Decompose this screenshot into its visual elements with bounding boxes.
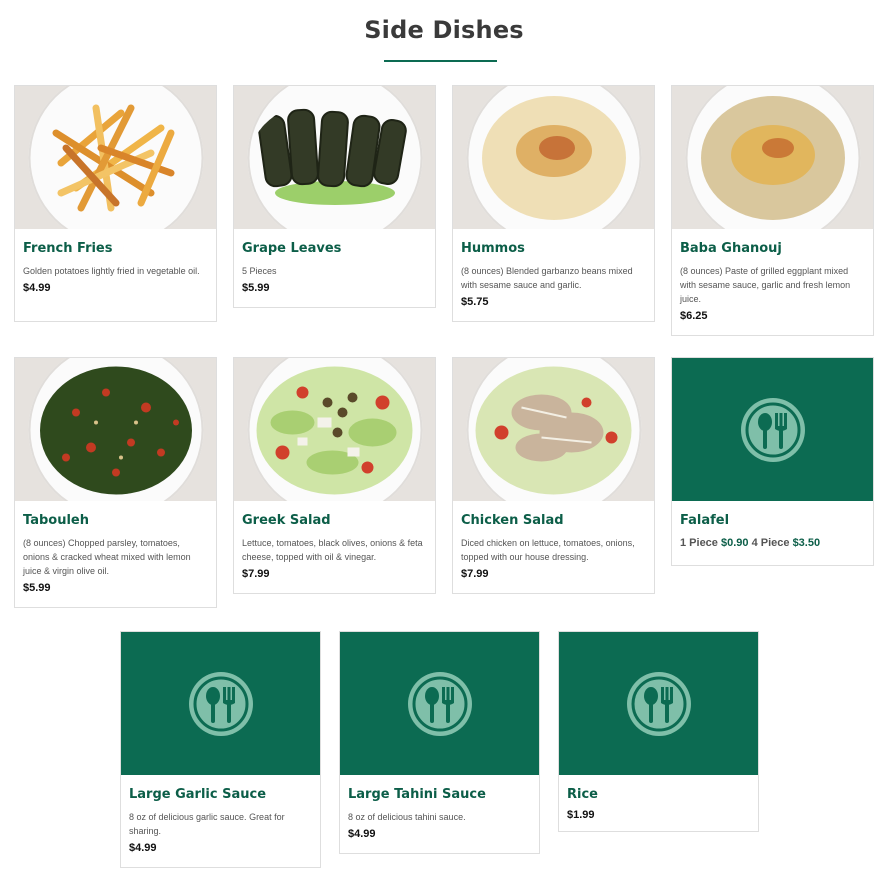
item-name: Falafel	[680, 513, 730, 528]
item-description: 8 oz of delicious garlic sauce. Great fo…	[129, 812, 285, 836]
item-description: 5 Pieces	[242, 266, 277, 276]
chicken-salad-photo	[453, 358, 654, 501]
item-price: $7.99	[242, 568, 270, 580]
item-name: Baba Ghanouj	[680, 241, 782, 256]
utensils-placeholder-icon	[740, 397, 805, 462]
item-price-options: 1 Piece $0.90 4 Piece $3.50	[680, 537, 863, 549]
menu-item-large-tahini-sauce[interactable]: Large Tahini Sauce 8 oz of delicious tah…	[339, 631, 540, 854]
item-name: Grape Leaves	[242, 241, 342, 256]
menu-item-rice[interactable]: Rice $1.99	[558, 631, 759, 832]
item-price: $4.99	[23, 282, 51, 294]
item-description: Lettuce, tomatoes, black olives, onions …	[242, 538, 423, 562]
menu-item-grape-leaves[interactable]: Grape Leaves 5 Pieces $5.99	[233, 85, 436, 308]
item-name: Greek Salad	[242, 513, 331, 528]
utensils-placeholder	[672, 358, 873, 501]
item-price: $4.99	[348, 828, 376, 840]
item-description: Diced chicken on lettuce, tomatoes, onio…	[461, 538, 635, 562]
item-price: $7.99	[461, 568, 489, 580]
price-option-label: 1 Piece	[680, 537, 718, 549]
item-name: Large Tahini Sauce	[348, 787, 486, 802]
price-option-label: 4 Piece	[751, 537, 790, 549]
price-option-value: $0.90	[720, 537, 749, 549]
item-name: Tabouleh	[23, 513, 89, 528]
item-price: $5.75	[461, 296, 489, 308]
title-underline	[384, 60, 497, 62]
baba-ghanouj-photo	[672, 86, 873, 229]
tabouleh-photo	[15, 358, 216, 501]
menu-item-baba-ghanouj[interactable]: Baba Ghanouj (8 ounces) Paste of grilled…	[671, 85, 874, 336]
utensils-placeholder	[340, 632, 539, 775]
item-name: Chicken Salad	[461, 513, 564, 528]
item-description: (8 ounces) Paste of grilled eggplant mix…	[680, 266, 851, 304]
item-price: $6.25	[680, 310, 708, 322]
menu-item-large-garlic-sauce[interactable]: Large Garlic Sauce 8 oz of delicious gar…	[120, 631, 321, 868]
item-name: Hummos	[461, 241, 525, 256]
item-name: Rice	[567, 787, 598, 802]
utensils-placeholder	[121, 632, 320, 775]
menu-item-tabouleh[interactable]: Tabouleh (8 ounces) Chopped parsley, tom…	[14, 357, 217, 608]
item-description: 8 oz of delicious tahini sauce.	[348, 812, 466, 822]
item-description: (8 ounces) Blended garbanzo beans mixed …	[461, 266, 633, 290]
item-description: Golden potatoes lightly fried in vegetab…	[23, 266, 200, 276]
greek-salad-photo	[234, 358, 435, 501]
utensils-placeholder-icon	[626, 671, 691, 736]
item-price: $5.99	[242, 282, 270, 294]
utensils-placeholder-icon	[188, 671, 253, 736]
utensils-placeholder	[559, 632, 758, 775]
item-description: (8 ounces) Chopped parsley, tomatoes, on…	[23, 538, 191, 576]
item-price: $4.99	[129, 842, 157, 854]
french-fries-photo	[15, 86, 216, 229]
menu-item-hummos[interactable]: Hummos (8 ounces) Blended garbanzo beans…	[452, 85, 655, 322]
item-price: $5.99	[23, 582, 51, 594]
menu-item-greek-salad[interactable]: Greek Salad Lettuce, tomatoes, black oli…	[233, 357, 436, 594]
hummos-photo	[453, 86, 654, 229]
menu-item-french-fries[interactable]: French Fries Golden potatoes lightly fri…	[14, 85, 217, 322]
menu-item-chicken-salad[interactable]: Chicken Salad Diced chicken on lettuce, …	[452, 357, 655, 594]
menu-item-falafel[interactable]: Falafel 1 Piece $0.90 4 Piece $3.50	[671, 357, 874, 566]
utensils-placeholder-icon	[407, 671, 472, 736]
item-name: French Fries	[23, 241, 113, 256]
grape-leaves-photo	[234, 86, 435, 229]
page-title: Side Dishes	[364, 16, 524, 44]
price-option-value: $3.50	[792, 537, 821, 549]
item-name: Large Garlic Sauce	[129, 787, 267, 802]
item-price: $1.99	[567, 809, 595, 821]
